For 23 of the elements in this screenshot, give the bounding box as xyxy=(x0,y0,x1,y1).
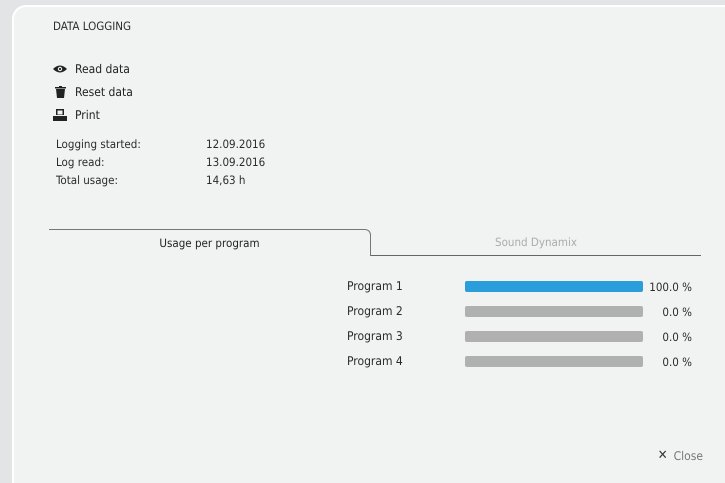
info-value: 13.09.2016 xyxy=(206,154,266,171)
info-value: 12.09.2016 xyxy=(206,136,266,153)
usage-percent: 0.0 % xyxy=(661,304,692,318)
program-label: Program 3 xyxy=(347,328,404,345)
info-label: Log read: xyxy=(56,154,106,171)
tab[interactable]: Usage per program xyxy=(49,229,371,256)
close-button[interactable]: ✕ Close xyxy=(658,448,703,463)
usage-percent: 0.0 % xyxy=(661,354,692,368)
program-label: Program 1 xyxy=(347,278,404,295)
action-link[interactable]: Reset data xyxy=(53,82,133,101)
trash-icon xyxy=(54,86,66,98)
action-link[interactable]: Read data xyxy=(53,59,130,78)
program-label: Program 4 xyxy=(347,353,404,370)
program-label: Program 2 xyxy=(347,303,404,320)
info-label: Total usage: xyxy=(56,172,119,189)
printer-icon xyxy=(53,108,67,120)
action-link[interactable]: Print xyxy=(53,105,100,124)
info-value: 14,63 h xyxy=(206,172,246,189)
usage-percent: 0.0 % xyxy=(661,330,692,344)
usage-percent: 100.0 % xyxy=(648,280,692,294)
dialog-title: DATA LOGGING xyxy=(53,19,132,33)
eye-icon xyxy=(53,64,67,72)
info-label: Logging started: xyxy=(56,136,142,153)
